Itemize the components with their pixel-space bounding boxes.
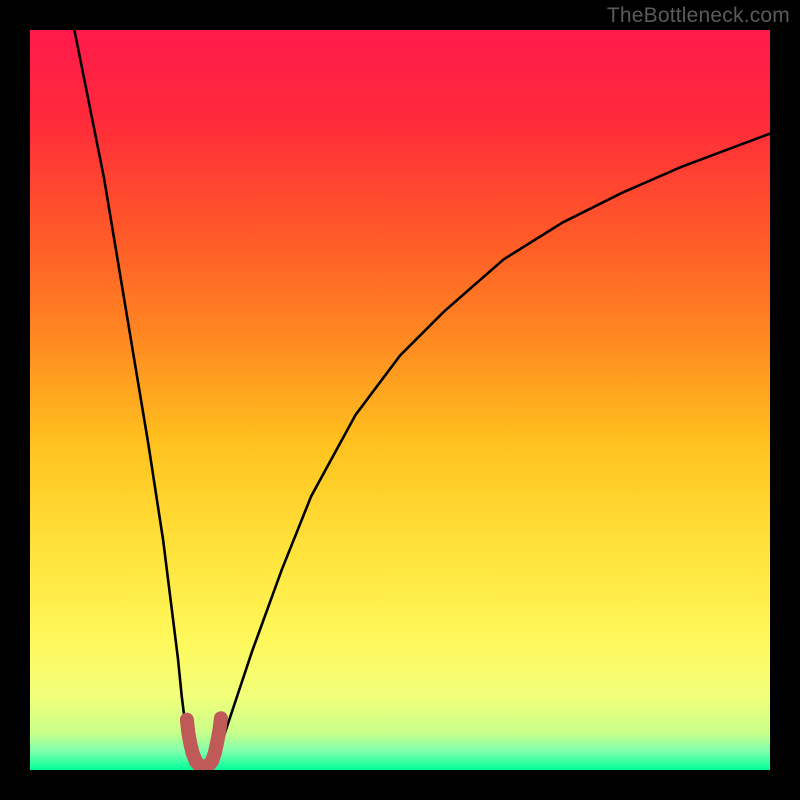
chart-frame — [30, 30, 770, 770]
watermark-text: TheBottleneck.com — [607, 4, 790, 28]
chart-svg — [30, 30, 770, 770]
